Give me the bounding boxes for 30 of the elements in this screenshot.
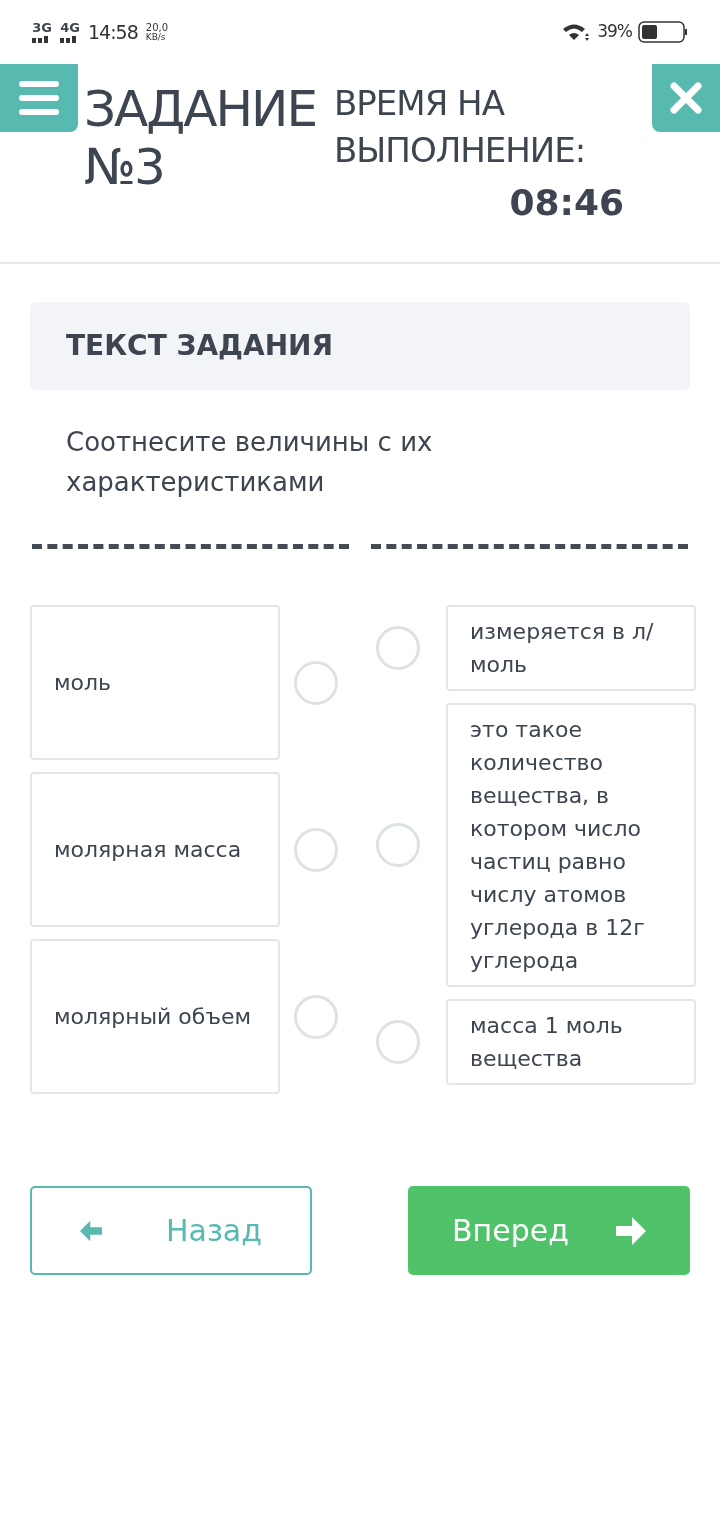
radio-button[interactable] bbox=[294, 827, 338, 872]
speed-value: 20,0 bbox=[145, 22, 169, 33]
close-button[interactable] bbox=[652, 64, 720, 132]
menu-button[interactable] bbox=[0, 64, 78, 132]
section-heading: ТЕКСТ ЗАДАНИЯ bbox=[66, 328, 334, 364]
wifi-icon bbox=[561, 22, 592, 42]
radio-button[interactable] bbox=[376, 626, 420, 670]
menu-icon bbox=[19, 81, 59, 115]
radio-button[interactable] bbox=[376, 1020, 420, 1064]
speed-unit: KB/s bbox=[145, 32, 166, 42]
close-icon bbox=[670, 82, 702, 114]
match-item[interactable]: это такое количество вещества, в котором число частиц равно числу атомов углерода в 12г углерода bbox=[446, 703, 696, 987]
match-item[interactable]: моль bbox=[30, 605, 280, 760]
match-item[interactable]: молярная масса bbox=[30, 772, 280, 927]
battery-percent: 39% bbox=[597, 20, 632, 44]
task-text: Соотнесите величины с их характеристиками bbox=[65, 426, 434, 499]
network-label: 3G bbox=[32, 21, 52, 34]
radio-button[interactable] bbox=[294, 994, 338, 1039]
match-item[interactable]: молярный объем bbox=[30, 939, 280, 1094]
match-item[interactable]: масса 1 моль вещества bbox=[446, 999, 696, 1085]
network-label: 4G bbox=[60, 21, 80, 34]
radio-button[interactable] bbox=[294, 660, 338, 705]
radio-button[interactable] bbox=[376, 823, 420, 867]
timer-label: ВРЕМЯ НА ВЫПОЛНЕНИЕ: bbox=[334, 82, 587, 172]
timer: 08:46 bbox=[509, 181, 624, 225]
task-title: ЗАДАНИЕ №3 bbox=[84, 80, 318, 198]
battery-icon bbox=[638, 21, 688, 43]
arrow-right-icon bbox=[616, 1216, 646, 1245]
match-item[interactable]: измеряется в л/ моль bbox=[446, 605, 696, 691]
clock: 14:58 bbox=[88, 19, 138, 45]
